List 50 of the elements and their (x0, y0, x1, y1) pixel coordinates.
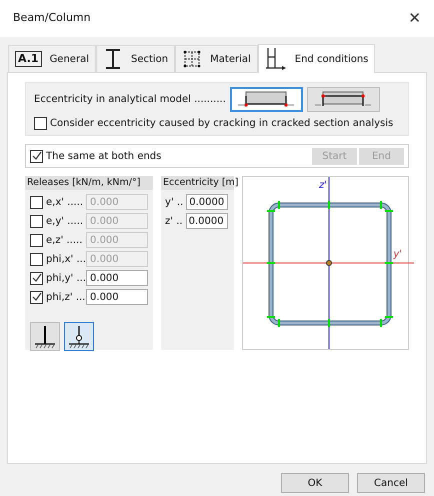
release-option[interactable]: e,x' ..... (30, 194, 84, 210)
eccentricity-field[interactable]: 0.0000 (186, 213, 228, 229)
checkbox-label: e,x' ..... (46, 196, 84, 210)
dialog-button[interactable]: Cancel (357, 473, 425, 493)
release-option[interactable]: e,z' ..... (30, 232, 82, 248)
eccentricity-field[interactable]: 0.0000 (186, 194, 228, 210)
checkbox-label: e,y' ..... (46, 214, 84, 228)
checkbox[interactable] (30, 252, 43, 266)
axis-label: z' (319, 179, 328, 193)
release-option[interactable]: phi,x' ... (30, 252, 86, 266)
checkbox-label: e,z' ..... (46, 234, 82, 248)
checkbox[interactable] (30, 234, 43, 246)
eccentricity-model-label: Eccentricity in analytical model .......... (34, 93, 226, 107)
release-field[interactable]: 0.000 (86, 289, 148, 305)
checkbox[interactable] (30, 150, 43, 162)
release-option[interactable]: phi,y' ... (30, 270, 86, 286)
fixed-support-icon (33, 324, 57, 350)
tab-badge: A.1 (15, 51, 42, 67)
dialog-button[interactable]: OK (281, 473, 349, 493)
cube-grid-icon (182, 49, 202, 69)
tab[interactable]: End conditions (258, 44, 376, 73)
eccentricity-label: z' .. (165, 214, 183, 228)
checkbox-label: The same at both ends (46, 150, 162, 164)
tab[interactable]: Material (175, 45, 258, 72)
check-icon (32, 151, 42, 161)
close-button[interactable]: ✕ (408, 7, 421, 30)
support-button[interactable] (64, 322, 94, 351)
panel-header: Releases [kN/m, kNm/°] (25, 176, 154, 190)
checkbox[interactable] (34, 117, 47, 130)
window-title: Beam/Column (13, 10, 91, 26)
checkbox-label: phi,y' ... (46, 272, 86, 286)
checkbox[interactable] (30, 214, 43, 228)
checkbox[interactable] (30, 196, 43, 208)
support-button[interactable] (30, 322, 60, 351)
checkbox-label: phi,x' ... (46, 252, 86, 266)
frame-end-icon (264, 46, 287, 72)
checkbox[interactable] (30, 290, 43, 304)
checkbox-label: phi,z' ... (46, 290, 86, 304)
release-option[interactable]: phi,z' ... (30, 290, 86, 304)
eccentricity-option-button[interactable] (230, 87, 303, 112)
release-field[interactable]: 0.000 (86, 270, 148, 286)
release-option[interactable]: e,y' ..... (30, 214, 84, 228)
same-ends-option[interactable]: The same at both ends (30, 148, 162, 164)
eccentricity-label: y' .. (165, 196, 184, 210)
tab[interactable]: A.1 General (8, 45, 96, 72)
checkbox[interactable] (30, 272, 43, 284)
tab[interactable]: Section (96, 45, 176, 72)
eccentricity-option-button[interactable] (306, 87, 380, 112)
axis-label: y' (393, 248, 402, 262)
hinged-support-icon (67, 324, 91, 350)
